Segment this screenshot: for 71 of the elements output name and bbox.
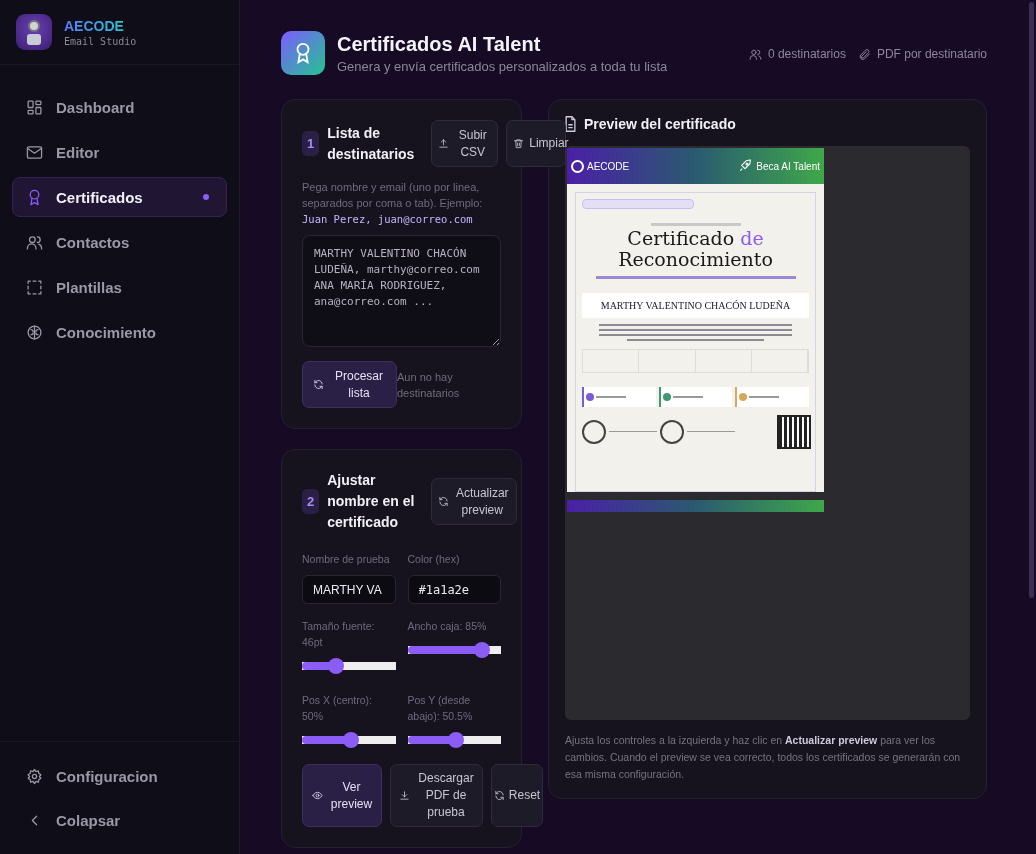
reset-button[interactable]: Reset [491, 764, 543, 827]
step-number: 2 [302, 489, 320, 514]
refresh-icon [313, 379, 324, 390]
upload-icon [438, 138, 450, 149]
slider-label: Ancho caja: 85% [407, 619, 488, 634]
process-button[interactable]: Procesar lista [302, 361, 397, 408]
certificate-title: Certificado de Reconocimiento [617, 228, 774, 270]
sidebar-item[interactable]: Certificados [12, 177, 227, 217]
ribbon-icon [281, 31, 325, 75]
slider-thumb[interactable] [342, 732, 359, 748]
sidebar-item[interactable]: Configuracion [12, 756, 227, 796]
logo-text: AECODE [587, 160, 630, 172]
field-label: Nombre de prueba [302, 552, 391, 567]
slider-label: Pos X (centro): 50% [302, 693, 374, 724]
robot-logo-icon [16, 14, 52, 50]
paperclip-icon [857, 47, 871, 61]
sidebar-item[interactable]: Conocimiento [12, 312, 227, 352]
download-icon [399, 790, 411, 801]
sidebar-item[interactable]: Colapsar [12, 800, 227, 840]
brain-icon [26, 323, 43, 341]
scrollbar[interactable] [1029, 2, 1034, 598]
help-text: Pega nombre y email (uno por linea, separados por coma o tab). Ejemplo: [302, 180, 484, 211]
page-title: Certificados AI Talent [337, 32, 542, 56]
sidebar-item[interactable]: Editor [12, 132, 227, 172]
trash-icon [513, 138, 525, 149]
step-number: 1 [302, 131, 320, 156]
signature-line-drawing [609, 430, 657, 434]
upload-button[interactable]: Subir CSV [431, 120, 499, 167]
slider-thumb[interactable] [448, 732, 465, 748]
recipients-textarea[interactable]: MARTHY VALENTINO CHACÓN LUDEÑA, marthy@correo.com ANA MARÍA RODRIGUEZ, ana@correo.com ... [302, 235, 501, 347]
card-title: Lista de destinatarios [327, 123, 416, 164]
status-text: Aun no hay destinatarios [397, 369, 461, 401]
refresh-icon [493, 790, 505, 801]
recipient-name: MARTHY VALENTINO CHACÓN LUDEÑA [582, 293, 809, 318]
download-button[interactable]: Descargar PDF de prueba [390, 764, 483, 827]
refresh-preview-button[interactable]: Actualizar preview [431, 478, 518, 525]
stat-label: 0 destinatarios [767, 47, 846, 61]
rocket-icon [737, 158, 754, 174]
people-icon [748, 47, 762, 61]
slider-thumb[interactable] [327, 658, 344, 674]
logo-icon [571, 159, 584, 173]
slider-label: Pos Y (desde abajo): 50.5% [407, 693, 474, 724]
refresh-icon [438, 496, 450, 507]
slider-thumb[interactable] [474, 642, 491, 658]
brand-subtitle: Email Studio [64, 35, 137, 47]
program-name: Beca AI Talent [756, 160, 820, 172]
people-icon [26, 233, 43, 251]
document-icon [565, 116, 576, 132]
eye-icon [311, 790, 323, 801]
clear-button[interactable]: Limpiar [506, 120, 567, 167]
input-field[interactable]: MARTHY VA [302, 575, 396, 604]
active-dot-icon [203, 194, 209, 200]
input-field[interactable]: #1a1a2e [407, 575, 501, 604]
stat-label: PDF por destinatario [876, 47, 987, 61]
seal-icon [582, 420, 606, 444]
sidebar-item[interactable]: Dashboard [12, 87, 227, 127]
envelope-icon [26, 143, 43, 161]
grid-icon [26, 98, 43, 116]
page-subtitle: Genera y envía certificados personalizados a toda tu lista [337, 58, 669, 74]
signature-line-drawing [687, 430, 735, 434]
preview-button[interactable]: Ver preview [302, 764, 382, 827]
sidebar-item[interactable]: Plantillas [12, 267, 227, 307]
seal-icon [660, 420, 684, 444]
field-label: Color (hex) [407, 552, 461, 567]
card-title: Ajustar nombre en el certificado [327, 471, 416, 532]
preview-note: Ajusta los controles a la izquierda y haz clic en Actualizar preview para ver los cambios. Cuando el preview se vea correcto, todos los certificados se generarán con esa misma configuración. [565, 733, 962, 782]
slider-label: Tamaño fuente: 46pt [302, 619, 376, 650]
sidebar-item[interactable]: Contactos [12, 222, 227, 262]
card-title: Preview del certificado [584, 116, 736, 132]
settings-icon [26, 767, 43, 785]
example-text: Juan Perez, juan@correo.com [302, 213, 474, 225]
